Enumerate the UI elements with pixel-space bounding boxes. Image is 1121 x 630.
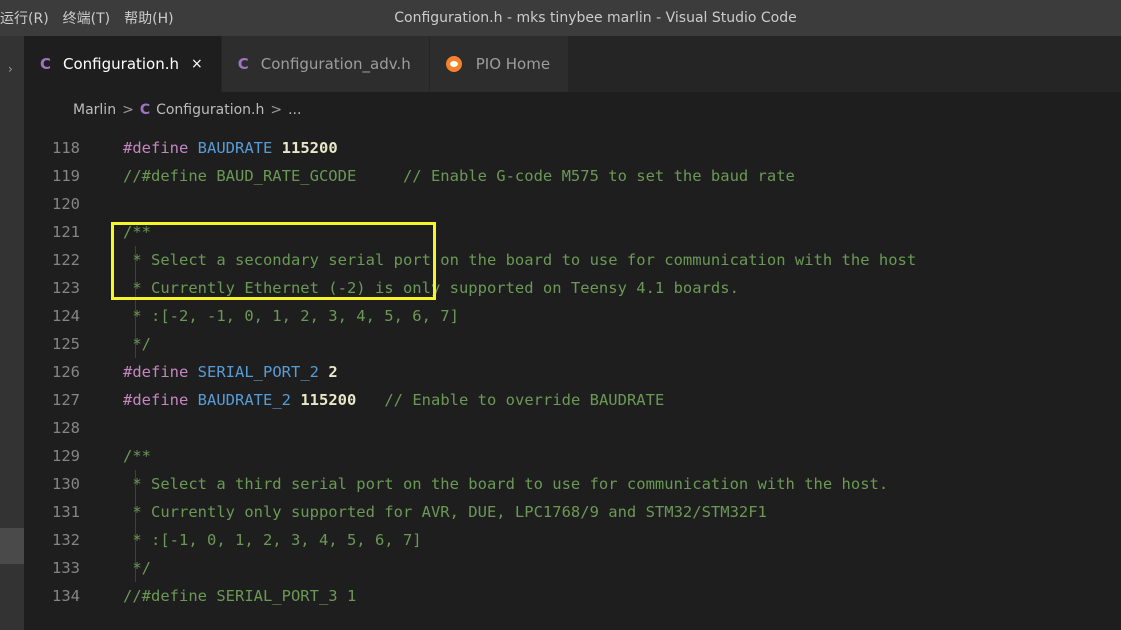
activity-marker-icon: ›: [8, 62, 13, 76]
c-file-icon: C: [139, 102, 151, 118]
code-editor[interactable]: 118 #define BAUDRATE 115200 119 //#define B…: [24, 128, 1121, 630]
code-line[interactable]: 130 * Select a third serial port on the …: [24, 470, 1121, 498]
code-line[interactable]: 129 /**: [24, 442, 1121, 470]
tab-configuration-adv-h[interactable]: C Configuration_adv.h: [221, 36, 430, 92]
line-number: 118: [52, 139, 80, 157]
line-number: 130: [52, 475, 80, 493]
code-line[interactable]: 118 #define BAUDRATE 115200: [24, 134, 1121, 162]
code-text[interactable]: //#define BAUD_RATE_GCODE // Enable G-co…: [123, 162, 795, 190]
line-number: 119: [52, 167, 80, 185]
breadcrumb: Marlin > C Configuration.h > ...: [24, 92, 1121, 128]
tab-label: Configuration.h: [63, 55, 180, 73]
line-number: 134: [52, 587, 80, 605]
line-number: 128: [52, 419, 80, 437]
code-text[interactable]: * Currently only supported for AVR, DUE,…: [123, 498, 767, 526]
code-text[interactable]: //#define SERIAL_PORT_3 1: [123, 582, 356, 610]
line-number: 124: [52, 307, 80, 325]
line-number: 121: [52, 223, 80, 241]
line-number: 127: [52, 391, 80, 409]
annotation-highlight-box: [111, 222, 436, 300]
code-text[interactable]: #define BAUDRATE_2 115200 // Enable to o…: [123, 386, 664, 414]
activity-bar: ›: [0, 36, 24, 630]
line-number: 132: [52, 531, 80, 549]
code-text[interactable]: #define BAUDRATE 115200: [123, 134, 338, 162]
code-line[interactable]: 132 * :[-1, 0, 1, 2, 3, 4, 5, 6, 7]: [24, 526, 1121, 554]
tab-pio-home[interactable]: PIO Home: [429, 36, 570, 92]
code-line[interactable]: 126 #define SERIAL_PORT_2 2: [24, 358, 1121, 386]
menu-help[interactable]: 帮助(H): [124, 8, 181, 28]
code-line[interactable]: 125 */: [24, 330, 1121, 358]
code-text[interactable]: /**: [123, 442, 151, 470]
line-number: 131: [52, 503, 80, 521]
close-icon[interactable]: ×: [191, 56, 203, 72]
code-line[interactable]: 127 #define BAUDRATE_2 115200 // Enable t…: [24, 386, 1121, 414]
breadcrumb-folder[interactable]: Marlin: [73, 102, 116, 118]
code-line[interactable]: 124 * :[-2, -1, 0, 1, 2, 3, 4, 5, 6, 7]: [24, 302, 1121, 330]
tab-label: Configuration_adv.h: [260, 55, 411, 73]
code-text[interactable]: */: [123, 330, 151, 358]
code-line[interactable]: 131 * Currently only supported for AVR, …: [24, 498, 1121, 526]
activity-selected-item[interactable]: [0, 528, 24, 564]
chevron-right-icon: >: [122, 102, 134, 118]
title-bar: 运行(R) 终端(T) 帮助(H) Configuration.h - mks …: [0, 0, 1121, 36]
code-line[interactable]: 133 */: [24, 554, 1121, 582]
tab-configuration-h[interactable]: C Configuration.h ×: [24, 36, 222, 92]
menu-run[interactable]: 运行(R): [0, 8, 57, 28]
line-number: 123: [52, 279, 80, 297]
code-text[interactable]: */: [123, 554, 151, 582]
breadcrumb-file[interactable]: Configuration.h: [156, 102, 264, 118]
c-file-icon: C: [40, 55, 52, 73]
code-line[interactable]: 119 //#define BAUD_RATE_GCODE // Enable G…: [24, 162, 1121, 190]
line-number: 125: [52, 335, 80, 353]
code-text[interactable]: * Select a third serial port on the boar…: [123, 470, 888, 498]
line-number: 133: [52, 559, 80, 577]
code-line[interactable]: 128: [24, 414, 1121, 442]
breadcrumb-symbols[interactable]: ...: [288, 102, 301, 118]
menu-terminal[interactable]: 终端(T): [63, 8, 118, 28]
code-line[interactable]: 134 //#define SERIAL_PORT_3 1: [24, 582, 1121, 610]
menu-bar: 运行(R) 终端(T) 帮助(H): [0, 0, 188, 36]
tab-label: PIO Home: [475, 55, 551, 73]
c-file-icon: C: [237, 55, 249, 73]
tab-bar: C Configuration.h × C Configuration_adv.…: [24, 36, 1121, 92]
line-number: 120: [52, 195, 80, 213]
code-text[interactable]: #define SERIAL_PORT_2 2: [123, 358, 338, 386]
line-number: 126: [52, 363, 80, 381]
chevron-right-icon: >: [270, 102, 283, 118]
code-text[interactable]: * :[-2, -1, 0, 1, 2, 3, 4, 5, 6, 7]: [123, 302, 459, 330]
platformio-icon: [445, 56, 462, 72]
line-number: 122: [52, 251, 80, 269]
line-number: 129: [52, 447, 80, 465]
code-text[interactable]: * :[-1, 0, 1, 2, 3, 4, 5, 6, 7]: [123, 526, 421, 554]
code-line[interactable]: 120: [24, 190, 1121, 218]
